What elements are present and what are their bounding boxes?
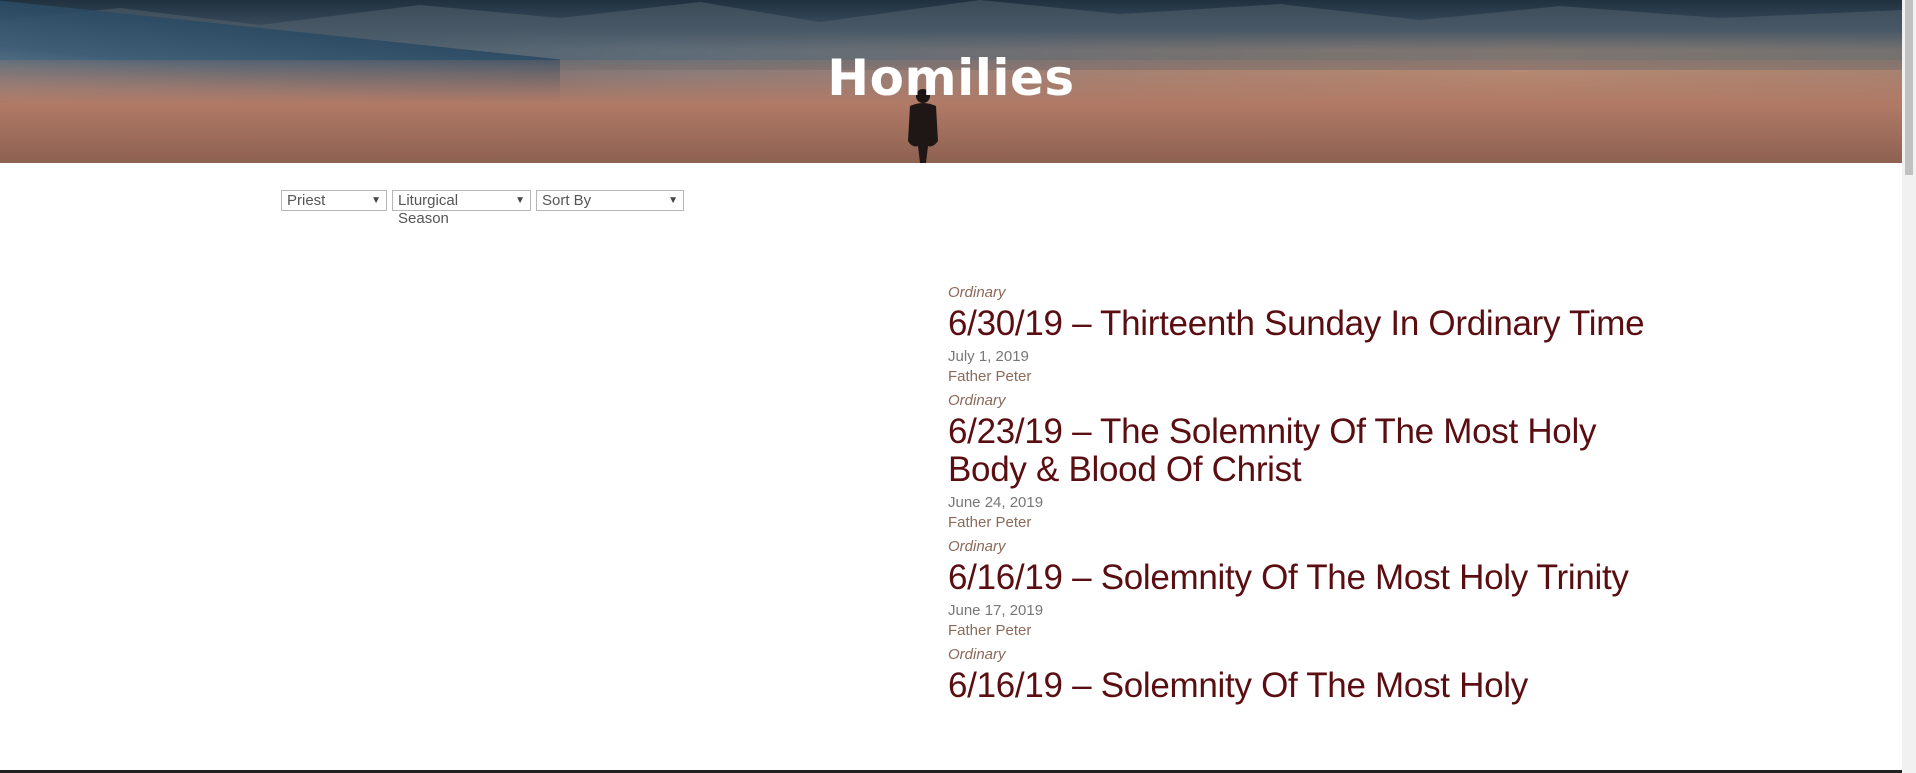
homily-title-link[interactable]: 6/23/19 – The Solemnity Of The Most Holy… xyxy=(948,413,1648,489)
season-tag[interactable]: Ordinary xyxy=(948,537,1648,557)
sort-select[interactable]: Sort By ▼ xyxy=(536,190,684,211)
scrollbar-thumb[interactable] xyxy=(1905,0,1913,175)
priest-filter-label: Priest xyxy=(287,192,326,209)
season-tag[interactable]: Ordinary xyxy=(948,283,1648,303)
hero-banner: Homilies xyxy=(0,0,1902,163)
page: Homilies Priest ▼ Liturgical Season ▼ So… xyxy=(0,0,1916,773)
vertical-scrollbar[interactable] xyxy=(1902,0,1916,773)
homily-priest-link[interactable]: Father Peter xyxy=(948,513,1648,537)
homily-item: Ordinary 6/16/19 – Solemnity Of The Most… xyxy=(948,645,1648,705)
homily-item: Ordinary 6/16/19 – Solemnity Of The Most… xyxy=(948,537,1648,645)
homily-date: June 24, 2019 xyxy=(948,494,1044,511)
homily-title-link[interactable]: 6/16/19 – Solemnity Of The Most Holy Tri… xyxy=(948,559,1648,597)
homily-title-link[interactable]: 6/16/19 – Solemnity Of The Most Holy xyxy=(948,667,1648,705)
sort-label: Sort By xyxy=(542,192,592,209)
homily-title-link[interactable]: 6/30/19 – Thirteenth Sunday In Ordinary … xyxy=(948,305,1648,343)
season-filter-label: Liturgical Season xyxy=(398,192,459,227)
season-tag[interactable]: Ordinary xyxy=(948,645,1648,665)
homily-item: Ordinary 6/30/19 – Thirteenth Sunday In … xyxy=(948,283,1648,391)
season-filter-select[interactable]: Liturgical Season ▼ xyxy=(392,190,531,227)
homily-date: June 17, 2019 xyxy=(948,602,1044,619)
filter-bar: Priest ▼ Liturgical Season ▼ Sort By ▼ xyxy=(281,190,684,227)
homily-priest-link[interactable]: Father Peter xyxy=(948,621,1648,645)
homily-item: Ordinary 6/23/19 – The Solemnity Of The … xyxy=(948,391,1648,537)
homily-priest-link[interactable]: Father Peter xyxy=(948,367,1648,391)
homily-date: July 1, 2019 xyxy=(948,348,1029,365)
page-title: Homilies xyxy=(827,49,1075,107)
priest-filter-select[interactable]: Priest ▼ xyxy=(281,190,387,211)
chevron-down-icon: ▼ xyxy=(515,195,525,206)
chevron-down-icon: ▼ xyxy=(371,195,381,206)
homily-list: Ordinary 6/30/19 – Thirteenth Sunday In … xyxy=(948,283,1648,709)
season-tag[interactable]: Ordinary xyxy=(948,391,1648,411)
chevron-down-icon: ▼ xyxy=(668,195,678,206)
